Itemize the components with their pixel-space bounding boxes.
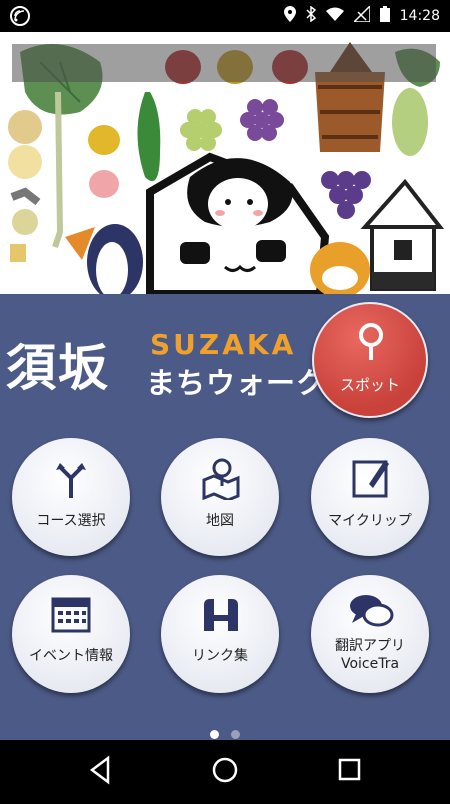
status-time: 14:28: [399, 8, 440, 24]
map-button[interactable]: 地図: [161, 438, 279, 556]
spot-button[interactable]: スポット: [312, 302, 428, 418]
route-arrows-icon: [56, 463, 86, 498]
map-label: 地図: [206, 513, 234, 529]
wifi-signal-icon: [10, 6, 30, 30]
home-icon[interactable]: [212, 757, 238, 783]
logo-kanji: 須坂: [6, 339, 110, 397]
logo-subtitle: まちウォーク: [146, 366, 327, 400]
main-menu-panel: 須坂 SUZAKA まちウォーク スポット コース選択 地図 マイクリップ イベ…: [0, 294, 450, 740]
battery-icon: [379, 6, 390, 26]
event-info-label: イベント情報: [29, 648, 113, 664]
location-icon: [283, 6, 296, 26]
speech-bubbles-icon: [350, 595, 394, 627]
location-pin-icon: [359, 323, 383, 360]
links-label: リンク集: [192, 648, 248, 664]
voicetra-label-line1: 翻訳アプリ: [335, 638, 405, 654]
course-select-button[interactable]: コース選択: [12, 438, 130, 556]
map-icon: [202, 458, 240, 500]
course-select-label: コース選択: [36, 513, 106, 529]
bluetooth-icon: [306, 5, 316, 26]
calendar-icon: [51, 597, 91, 633]
myclip-label: マイクリップ: [328, 513, 412, 529]
signal-icon: [351, 4, 371, 26]
event-info-button[interactable]: イベント情報: [12, 575, 130, 693]
page-dot[interactable]: [231, 730, 240, 739]
back-icon[interactable]: [89, 755, 110, 785]
voicetra-label: 翻訳アプリ VoiceTra: [311, 637, 429, 673]
logo-roman: SUZAKA: [150, 328, 297, 361]
notepad-pencil-icon: [352, 460, 389, 498]
spot-button-label: スポット: [339, 376, 400, 394]
voicetra-label-line2: VoiceTra: [340, 656, 400, 672]
links-button[interactable]: リンク集: [161, 575, 279, 693]
recent-apps-icon[interactable]: [338, 758, 361, 781]
page-dot-active[interactable]: [210, 730, 219, 739]
links-icon: [204, 599, 238, 631]
wifi-icon: [325, 7, 344, 25]
voicetra-button[interactable]: 翻訳アプリ VoiceTra: [311, 575, 429, 693]
banner-illustration: [0, 32, 450, 294]
status-bar: 14:28: [0, 0, 450, 32]
myclip-button[interactable]: マイクリップ: [311, 438, 429, 556]
navigation-bar: [0, 740, 450, 800]
banner-overlay-bar: [12, 44, 436, 82]
